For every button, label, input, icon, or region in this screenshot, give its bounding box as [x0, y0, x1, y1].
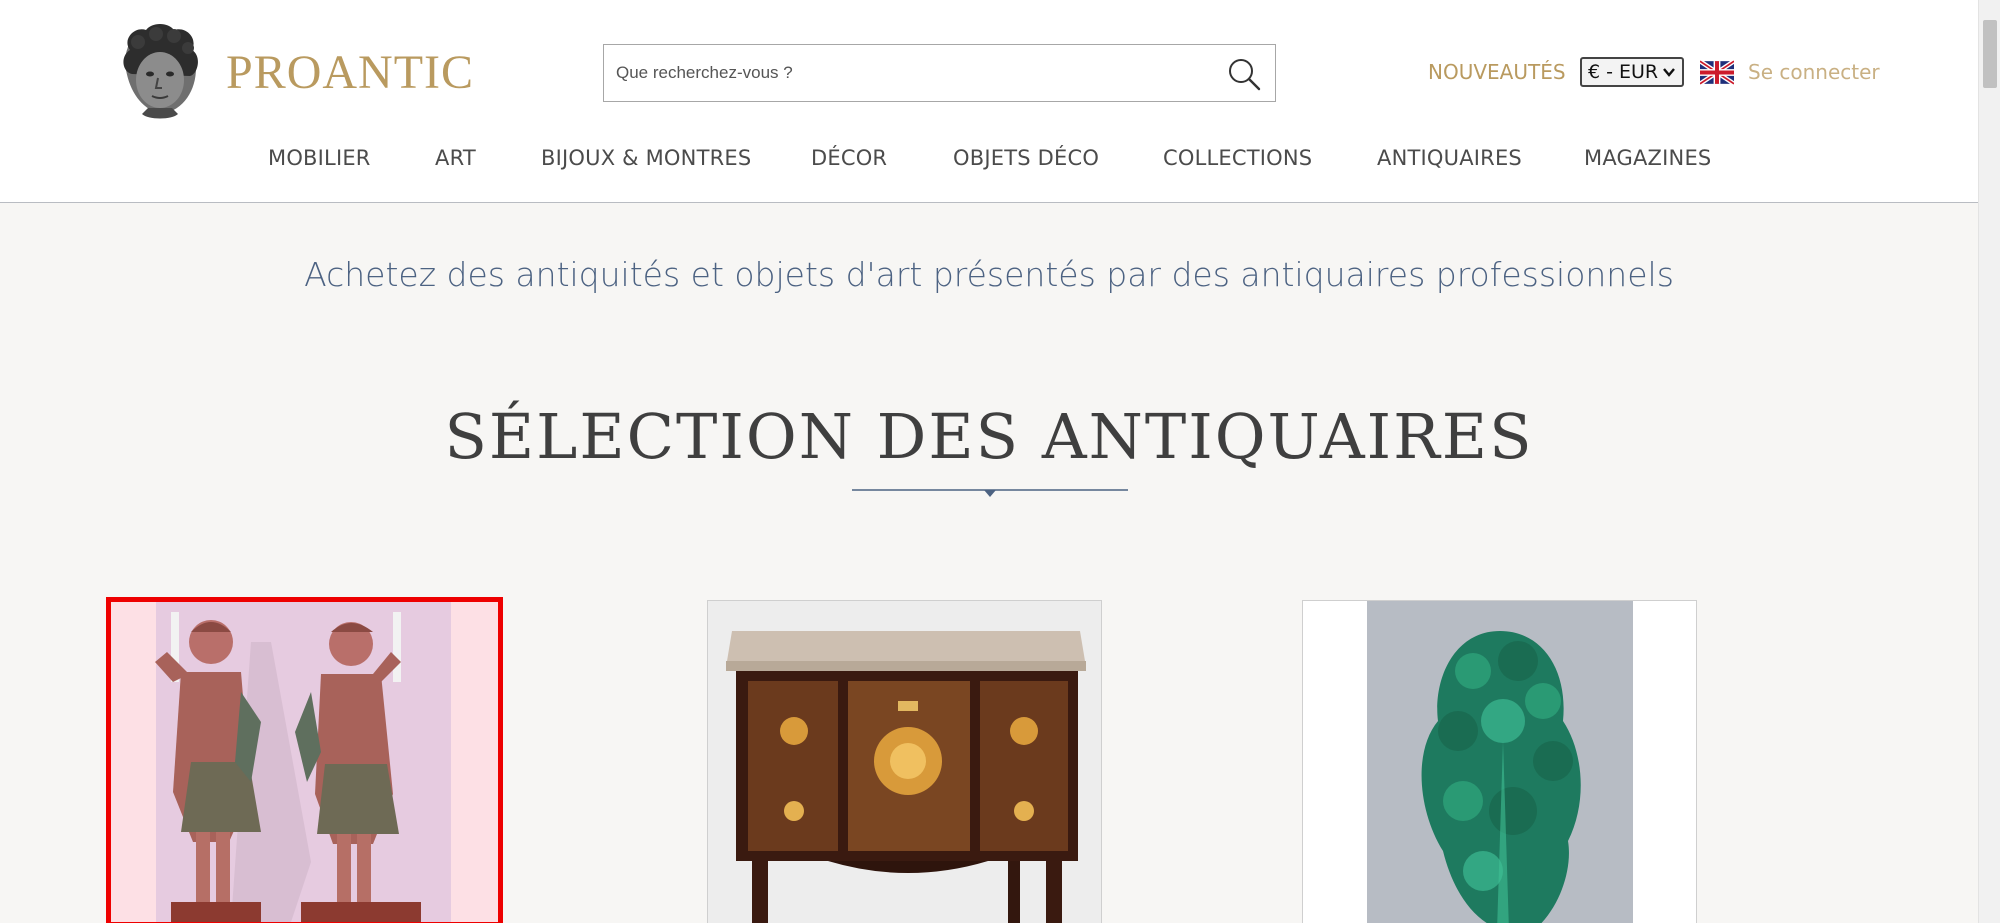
nav-item-magazines[interactable]: MAGAZINES [1584, 146, 1711, 170]
nav-item-antiquaires[interactable]: ANTIQUAIRES [1377, 146, 1522, 170]
nouveautes-link[interactable]: NOUVEAUTÉS [1428, 60, 1566, 84]
uk-flag-icon[interactable] [1700, 60, 1734, 85]
product-card-commode[interactable] [707, 600, 1102, 923]
product-image-commode [708, 601, 1101, 923]
product-card-malachite[interactable] [1302, 600, 1697, 923]
section-title: SÉLECTION DES ANTIQUAIRES [444, 400, 1534, 473]
cherub-head-logo-icon [123, 24, 198, 119]
currency-value: € - EUR [1588, 61, 1659, 83]
nav-item-bijoux-montres[interactable]: BIJOUX & MONTRES [541, 146, 751, 170]
nav-item-art[interactable]: ART [435, 146, 476, 170]
product-image-angels [111, 602, 498, 922]
scrollbar-thumb[interactable] [1983, 20, 1997, 88]
search-input[interactable] [604, 45, 1204, 101]
login-link[interactable]: Se connecter [1748, 60, 1880, 84]
nav-item-collections[interactable]: COLLECTIONS [1163, 146, 1312, 170]
search-icon[interactable] [1227, 57, 1261, 91]
site-header: PROANTIC NOUVEAUTÉS € - EUR Se connecter [0, 0, 1978, 203]
search-bar [603, 44, 1276, 102]
brand-name: PROANTIC [226, 45, 475, 99]
product-image-malachite [1303, 601, 1696, 923]
product-card-angels[interactable] [106, 597, 503, 923]
nav-item-objets-deco[interactable]: OBJETS DÉCO [953, 146, 1099, 170]
nav-item-decor[interactable]: DÉCOR [811, 146, 887, 170]
currency-select[interactable]: € - EUR [1580, 57, 1684, 87]
tagline: Achetez des antiquités et objets d'art p… [304, 255, 1674, 294]
brand-logo[interactable]: PROANTIC [112, 18, 492, 126]
vertical-scrollbar[interactable] [1978, 0, 2000, 923]
title-divider [852, 489, 1128, 497]
main-nav: MOBILIER ART BIJOUX & MONTRES DÉCOR OBJE… [0, 146, 1978, 182]
nav-item-mobilier[interactable]: MOBILIER [268, 146, 371, 170]
chevron-down-icon [1663, 68, 1675, 77]
page: PROANTIC NOUVEAUTÉS € - EUR Se connecter [0, 0, 2000, 923]
